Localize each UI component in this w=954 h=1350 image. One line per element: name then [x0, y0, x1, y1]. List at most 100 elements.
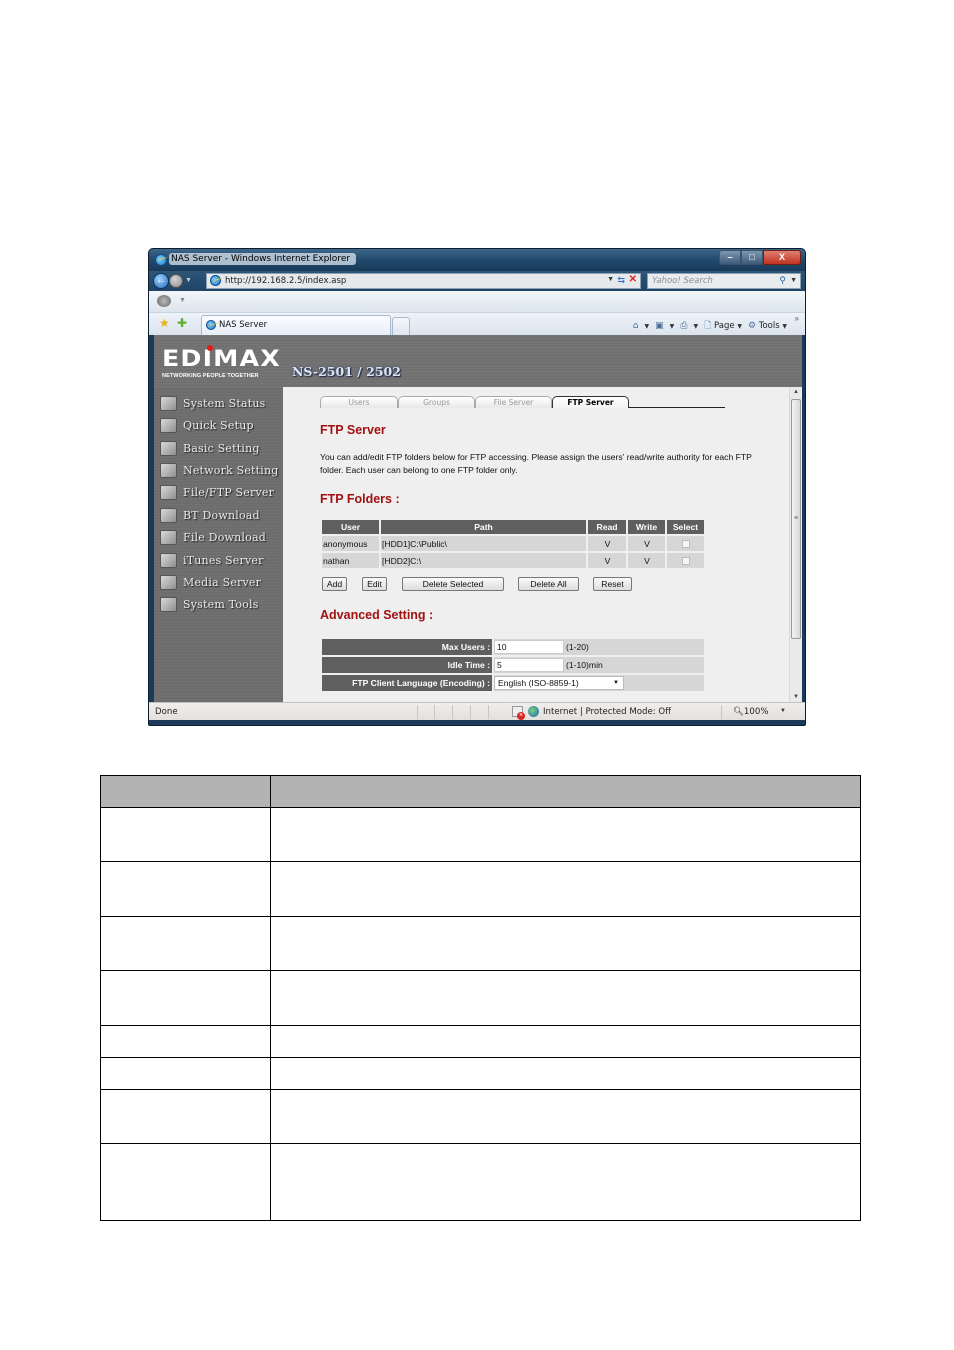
- search-input[interactable]: Yahoo! Search: [652, 276, 713, 286]
- cell-path: [HDD1]C:\Public\: [381, 536, 586, 551]
- scrollbar-thumb[interactable]: ≡: [791, 399, 801, 639]
- doc-table-row: [100, 861, 861, 917]
- forward-button[interactable]: [169, 274, 183, 288]
- idle-time-input[interactable]: 5: [494, 658, 564, 672]
- page-icon: 🗋: [704, 321, 712, 331]
- doc-table-row: [100, 807, 861, 862]
- sidebar-item-system-status[interactable]: System Status: [160, 393, 283, 413]
- column-header-path: Path: [381, 520, 586, 534]
- column-header-write: Write: [628, 520, 665, 534]
- max-users-input[interactable]: 10: [494, 640, 564, 654]
- popup-blocked-icon[interactable]: [512, 706, 525, 720]
- delete-all-button[interactable]: Delete All: [518, 577, 579, 591]
- sidebar-item-label: System Tools: [183, 597, 259, 611]
- language-select[interactable]: English (ISO-8859-1) ▼: [494, 676, 624, 690]
- edit-button[interactable]: Edit: [362, 577, 387, 591]
- doc-cell: [270, 1143, 861, 1221]
- table-row: nathan [HDD2]C:\ V V: [322, 553, 704, 568]
- max-users-label: Max Users :: [322, 639, 492, 655]
- sidebar-item-media-server[interactable]: Media Server: [160, 572, 283, 592]
- tab-bar: ★ ✚ NAS Server ⌂ ▼ ▣ ▼ ⎙ ▼ 🗋 Page ▼ ⚙ Tools…: [149, 313, 805, 335]
- stop-icon[interactable]: ✕: [629, 274, 637, 285]
- search-dropdown-icon[interactable]: ▼: [790, 277, 797, 284]
- home-dropdown-icon[interactable]: ▼: [644, 323, 649, 330]
- globe-icon[interactable]: [157, 295, 171, 307]
- print-icon[interactable]: ⎙: [680, 321, 687, 331]
- sidebar-item-system-tools[interactable]: System Tools: [160, 594, 283, 614]
- doc-cell: [100, 1057, 271, 1090]
- scroll-up-icon[interactable]: ▲: [793, 389, 799, 395]
- doc-cell: [270, 1057, 861, 1090]
- model-name: NS-2501 / 2502: [292, 364, 401, 379]
- tab-ftp-server[interactable]: FTP Server: [552, 396, 629, 408]
- tab-ie-icon: [206, 320, 216, 330]
- address-input[interactable]: http://192.168.2.5/index.asp: [225, 276, 346, 286]
- cell-path: [HDD2]C:\: [381, 553, 586, 568]
- ftp-folders-table: User Path Read Write Select anonymous [H…: [320, 518, 706, 570]
- browser-tab[interactable]: NAS Server: [201, 315, 391, 335]
- page-menu[interactable]: 🗋 Page ▼: [704, 318, 742, 334]
- back-button[interactable]: ←: [153, 273, 169, 289]
- tools-menu-label: Tools: [758, 321, 780, 331]
- status-bar: Done Internet | Protected Mode: Off 🔍︎10…: [149, 702, 805, 720]
- address-bar[interactable]: http://192.168.2.5/index.asp ▼ ⇆ ✕: [206, 273, 641, 289]
- doc-table-row: [100, 1057, 861, 1090]
- sidebar-item-quick-setup[interactable]: Quick Setup: [160, 415, 283, 435]
- header-cell: [100, 775, 271, 808]
- close-button[interactable]: X: [763, 250, 801, 265]
- print-dropdown-icon[interactable]: ▼: [693, 323, 698, 330]
- sidebar-item-file-ftp-server[interactable]: File/FTP Server: [160, 482, 283, 502]
- tab-users[interactable]: Users: [320, 396, 398, 408]
- history-dropdown-icon[interactable]: ▼: [185, 277, 192, 284]
- more-chevron-icon[interactable]: »: [795, 314, 799, 323]
- doc-cell: [100, 861, 271, 917]
- home-icon[interactable]: ⌂: [633, 321, 639, 331]
- favorites-star-icon[interactable]: ★: [159, 316, 170, 330]
- maximize-button[interactable]: □: [741, 250, 763, 265]
- browser-window: NAS Server - Windows Internet Explorer –…: [148, 248, 806, 726]
- chevron-down-icon[interactable]: ▼: [179, 297, 186, 304]
- music-icon: [160, 552, 177, 568]
- doc-cell: [100, 1025, 271, 1058]
- select-checkbox[interactable]: [682, 557, 690, 566]
- new-tab-button[interactable]: [392, 317, 410, 335]
- address-dropdown-icon[interactable]: ▼: [607, 276, 614, 283]
- status-divider: [488, 705, 489, 719]
- reset-button[interactable]: Reset: [593, 577, 632, 591]
- security-zone[interactable]: Internet | Protected Mode: Off: [543, 707, 671, 717]
- chevron-down-icon: ▼: [613, 680, 619, 686]
- ie-logo-icon: [155, 254, 167, 266]
- page-description: You can add/edit FTP folders below for F…: [320, 452, 752, 475]
- select-checkbox[interactable]: [682, 540, 690, 549]
- status-divider: [452, 705, 453, 719]
- refresh-icon[interactable]: ⇆: [617, 275, 625, 286]
- search-icon[interactable]: ⚲: [779, 275, 786, 286]
- vertical-scrollbar[interactable]: ▲ ≡ ▼: [789, 387, 802, 702]
- delete-selected-button[interactable]: Delete Selected: [402, 577, 504, 591]
- scroll-down-icon[interactable]: ▼: [793, 694, 799, 700]
- column-header-select: Select: [667, 520, 704, 534]
- sidebar-item-bt-download[interactable]: BT Download: [160, 505, 283, 525]
- feed-dropdown-icon[interactable]: ▼: [670, 323, 675, 330]
- minimize-button[interactable]: –: [719, 250, 741, 265]
- sidebar-item-basic-setting[interactable]: Basic Setting: [160, 438, 283, 458]
- search-box[interactable]: Yahoo! Search ⚲ ▼: [647, 273, 801, 289]
- header-cell: [270, 775, 861, 808]
- column-header-user: User: [322, 520, 379, 534]
- rss-feed-icon[interactable]: ▣: [655, 321, 664, 331]
- sidebar-item-itunes-server[interactable]: iTunes Server: [160, 550, 283, 570]
- doc-cell: [270, 916, 861, 971]
- tab-groups[interactable]: Groups: [398, 396, 475, 408]
- sidebar-item-label: Media Server: [183, 575, 262, 589]
- add-favorite-icon[interactable]: ✚: [177, 316, 187, 330]
- add-button[interactable]: Add: [322, 577, 347, 591]
- cell-user: anonymous: [322, 536, 379, 551]
- zoom-level[interactable]: 🔍︎100%: [733, 707, 769, 717]
- cell-user: nathan: [322, 553, 379, 568]
- tab-file-server[interactable]: File Server: [475, 396, 552, 408]
- tools-menu[interactable]: ⚙ Tools ▼: [748, 321, 787, 331]
- zoom-dropdown-icon[interactable]: ▼: [780, 708, 786, 714]
- sidebar-item-network-setting[interactable]: Network Setting: [160, 460, 283, 480]
- sidebar-item-file-download[interactable]: File Download: [160, 527, 283, 547]
- doc-table-row: [100, 1089, 861, 1144]
